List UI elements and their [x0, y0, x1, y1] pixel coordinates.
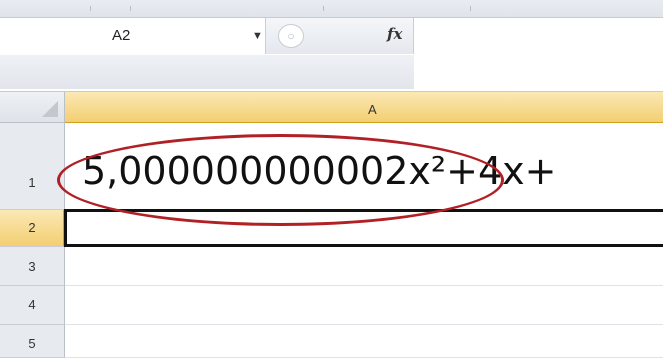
name-box[interactable]: A2 ▼	[0, 18, 266, 54]
row-number: 1	[28, 175, 36, 190]
cell-a1-value: 5,000000000002x²+4x+	[82, 149, 557, 193]
active-cell-selection	[64, 209, 663, 247]
circle-icon[interactable]: ○	[278, 24, 304, 48]
row-number: 2	[28, 220, 36, 235]
insert-function-button[interactable]: fx	[387, 25, 402, 43]
ribbon-tick	[90, 6, 91, 11]
triangle-icon	[42, 101, 58, 117]
row-header-4[interactable]: 4	[0, 286, 65, 325]
cell-a3[interactable]	[65, 247, 663, 286]
row-number: 5	[28, 336, 36, 351]
formula-bar: A2 ▼ ○ fx	[0, 18, 663, 92]
row-number: 3	[28, 259, 36, 274]
ribbon-bottom-edge	[0, 0, 663, 18]
ribbon-tick	[130, 6, 131, 11]
ribbon-tick	[323, 6, 324, 11]
column-header-label: A	[368, 102, 377, 117]
formula-bar-expand-area	[0, 55, 414, 89]
cell-a4[interactable]	[65, 286, 663, 325]
row-header-3[interactable]: 3	[0, 247, 65, 286]
select-all-button[interactable]	[0, 92, 65, 123]
row-number: 4	[28, 297, 36, 312]
ribbon-tick	[470, 6, 471, 11]
chevron-down-icon[interactable]: ▼	[252, 30, 263, 42]
row-header-5[interactable]: 5	[0, 325, 65, 358]
formula-controls: ○ fx	[266, 18, 414, 54]
row-header-1[interactable]: 1	[0, 123, 65, 210]
column-header-a[interactable]: A	[65, 92, 663, 124]
cell-a5[interactable]	[65, 325, 663, 358]
cell-a1-content-clip: 5,000000000002x²+4x+	[65, 123, 663, 210]
row-header-2[interactable]: 2	[0, 210, 65, 247]
name-box-value[interactable]: A2	[112, 27, 130, 44]
formula-input[interactable]	[414, 18, 663, 88]
